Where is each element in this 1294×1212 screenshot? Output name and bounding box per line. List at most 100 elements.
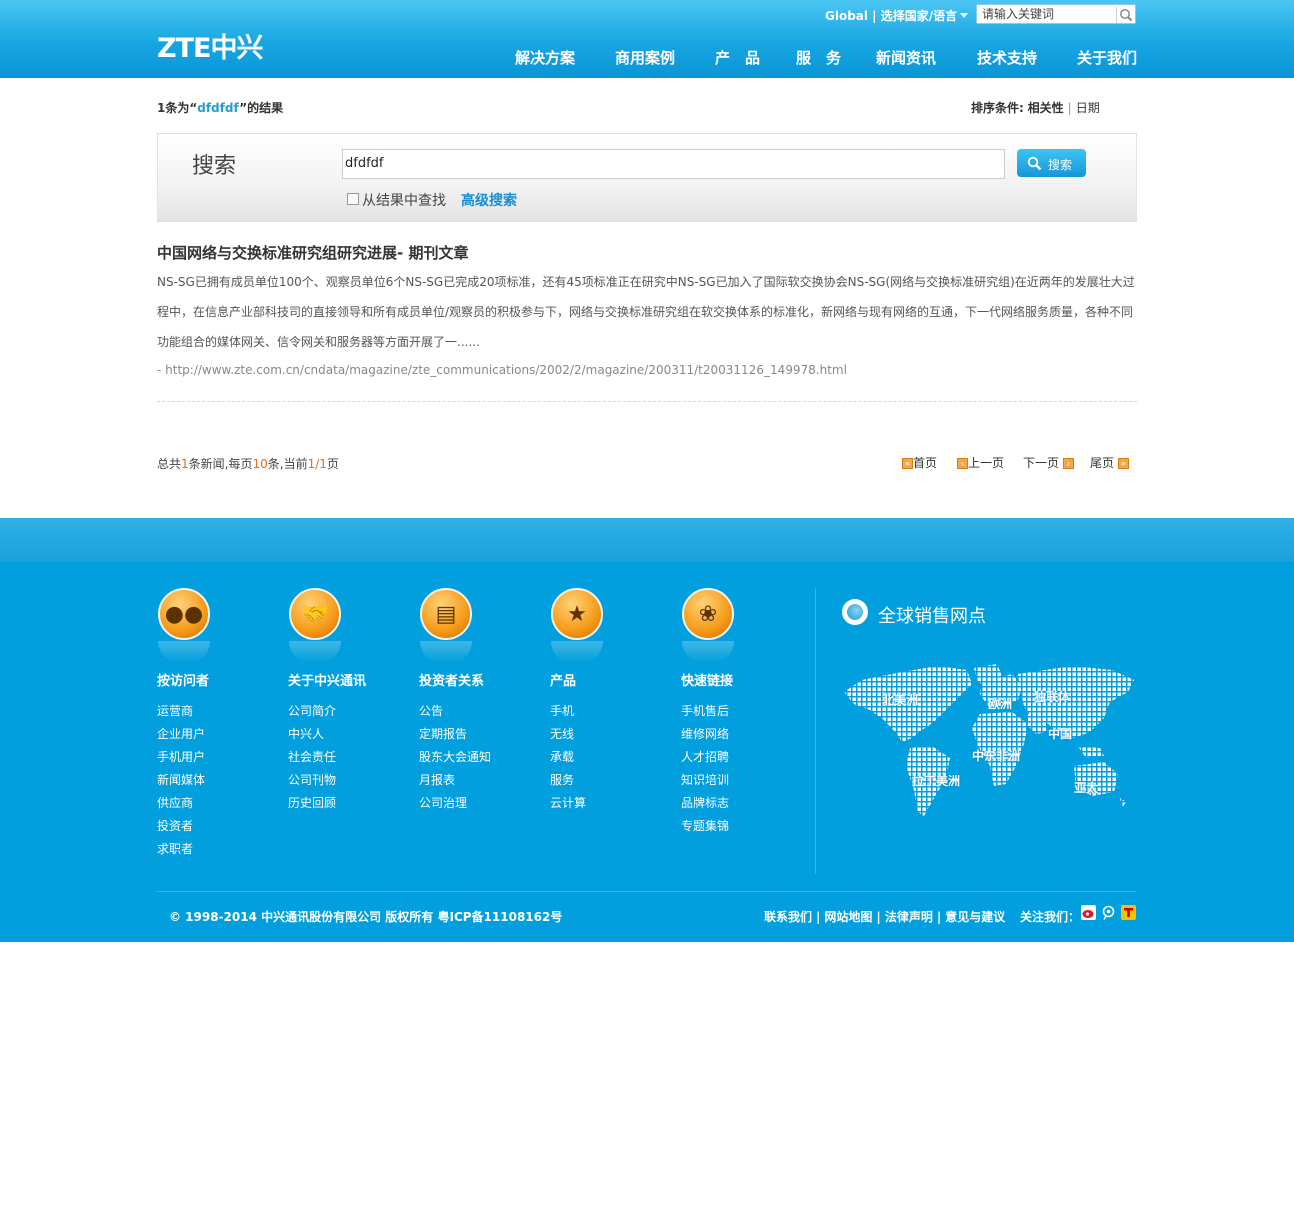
header-search-input[interactable]	[977, 5, 1111, 23]
icon-reflection	[158, 641, 210, 663]
pager-text: 页	[326, 457, 339, 471]
result-count-suffix: ”的结果	[239, 101, 284, 115]
footer-link[interactable]: 手机售后	[681, 702, 734, 725]
footer-link[interactable]: 云计算	[550, 794, 603, 817]
search-within-checkbox[interactable]	[347, 193, 359, 205]
nav-support[interactable]: 技术支持	[977, 47, 1037, 68]
header-search	[976, 4, 1136, 24]
result-title[interactable]: 中国网络与交换标准研究组研究进展- 期刊文章	[157, 242, 468, 263]
sort-date[interactable]: 日期	[1076, 101, 1100, 115]
footer-link[interactable]: 维修网络	[681, 725, 734, 748]
region-europe[interactable]: 欧洲	[988, 695, 1012, 712]
footer-link[interactable]: 无线	[550, 725, 603, 748]
footer-link[interactable]: 股东大会通知	[419, 748, 491, 771]
pager-info: 总共1条新闻,每页10条,当前1/1页	[157, 455, 339, 472]
nav-services[interactable]: 服 务	[796, 47, 841, 68]
next-page-label: 下一页	[1023, 456, 1060, 470]
region-cis[interactable]: 独联体	[1034, 688, 1070, 705]
icon-reflection	[289, 641, 341, 663]
next-page-icon: ›	[1062, 458, 1074, 469]
footer-link[interactable]: 中兴人	[288, 725, 366, 748]
footer-links: 公司简介 中兴人 社会责任 公司刊物 历史回顾	[288, 702, 366, 817]
weibo-icon[interactable]	[1081, 905, 1096, 920]
icon-reflection	[551, 641, 603, 663]
site-footer: ●● 按访问者 运营商 企业用户 手机用户 新闻媒体 供应商 投资者 求职者 🤝…	[0, 562, 1294, 942]
qq-weibo-icon[interactable]	[1101, 905, 1116, 920]
dropdown-arrow-icon	[960, 13, 969, 18]
footer-column-investors: ▤ 投资者关系 公告 定期报告 股东大会通知 月报表 公司治理	[419, 588, 491, 817]
region-asia-pacific[interactable]: 亚太	[1074, 779, 1098, 796]
footer-link[interactable]: 手机用户	[157, 748, 210, 771]
contact-link[interactable]: 联系我们	[764, 910, 812, 924]
sort-relevance[interactable]: 相关性	[1028, 101, 1064, 115]
last-page-link[interactable]: 尾页 »	[1090, 454, 1129, 471]
prev-page-link[interactable]: ‹ 上一页	[957, 454, 1004, 471]
footer-link[interactable]: 专题集锦	[681, 817, 734, 840]
footer-links: 公告 定期报告 股东大会通知 月报表 公司治理	[419, 702, 491, 817]
nav-news[interactable]: 新闻资讯	[876, 47, 936, 68]
footer-link[interactable]: 月报表	[419, 771, 491, 794]
link-separator: |	[876, 910, 881, 924]
next-page-link[interactable]: 下一页 ›	[1023, 454, 1074, 471]
sort-options: 排序条件: 相关性 | 日期	[971, 99, 1100, 116]
pager-text: 条新闻,每页	[188, 457, 253, 471]
prev-page-icon: ‹	[957, 458, 968, 469]
footer-link[interactable]: 投资者	[157, 817, 210, 840]
first-page-link[interactable]: «首页	[902, 454, 937, 471]
zte-logo[interactable]: ZTE中兴	[157, 34, 263, 64]
advanced-search-link[interactable]: 高级搜索	[461, 190, 517, 210]
nav-cases[interactable]: 商用案例	[615, 47, 675, 68]
footer-links: 手机售后 维修网络 人才招聘 知识培训 品牌标志 专题集锦	[681, 702, 734, 840]
footer-link[interactable]: 企业用户	[157, 725, 210, 748]
nav-about[interactable]: 关于我们	[1077, 47, 1137, 68]
result-keyword: dfdfdf	[197, 101, 240, 115]
footer-link[interactable]: 手机	[550, 702, 603, 725]
search-within-label[interactable]: 从结果中查找	[362, 190, 446, 210]
legal-link[interactable]: 法律声明	[885, 910, 933, 924]
result-divider	[157, 401, 1137, 402]
search-icon[interactable]	[1116, 7, 1133, 23]
star-icon: ★	[551, 588, 603, 640]
aperture-icon: ❀	[682, 588, 734, 640]
region-middle-east-africa[interactable]: 中东非洲	[972, 747, 1020, 764]
sitemap-link[interactable]: 网站地图	[824, 910, 872, 924]
footer-links: 运营商 企业用户 手机用户 新闻媒体 供应商 投资者 求职者	[157, 702, 210, 863]
footer-column-products: ★ 产品 手机 无线 承载 服务 云计算	[550, 588, 603, 817]
pager-total: 1	[181, 457, 189, 471]
footer-link[interactable]: 公司刊物	[288, 771, 366, 794]
footer-link[interactable]: 知识培训	[681, 771, 734, 794]
footer-link[interactable]: 品牌标志	[681, 794, 734, 817]
footer-link[interactable]: 求职者	[157, 840, 210, 863]
footer-link[interactable]: 公司简介	[288, 702, 366, 725]
footer-link[interactable]: 承载	[550, 748, 603, 771]
region-language-label: Global | 选择国家/语言	[825, 9, 958, 23]
prev-page-label: 上一页	[968, 456, 1005, 470]
nav-products[interactable]: 产 品	[715, 47, 760, 68]
region-china[interactable]: 中国	[1048, 725, 1072, 742]
search-input[interactable]: dfdfdf	[342, 149, 1005, 179]
footer-link[interactable]: 历史回顾	[288, 794, 366, 817]
search-button[interactable]: 搜索	[1017, 149, 1086, 177]
footer-link[interactable]: 公告	[419, 702, 491, 725]
link-separator: |	[936, 910, 942, 924]
result-url[interactable]: - http://www.zte.com.cn/cndata/magazine/…	[157, 363, 847, 377]
footer-divider	[815, 588, 816, 874]
footer-link[interactable]: 定期报告	[419, 725, 491, 748]
nav-solutions[interactable]: 解决方案	[515, 47, 575, 68]
footer-link[interactable]: 公司治理	[419, 794, 491, 817]
first-page-icon: «	[902, 458, 913, 469]
region-language-selector[interactable]: Global | 选择国家/语言	[825, 7, 969, 24]
footer-link[interactable]: 新闻媒体	[157, 771, 210, 794]
footer-column-about: 🤝 关于中兴通讯 公司简介 中兴人 社会责任 公司刊物 历史回顾	[288, 588, 366, 817]
feedback-link[interactable]: 意见与建议	[945, 910, 1005, 924]
footer-link[interactable]: 运营商	[157, 702, 210, 725]
region-north-america[interactable]: 北美洲	[882, 691, 918, 708]
region-latin-america[interactable]: 拉丁美洲	[912, 772, 960, 789]
tianya-icon[interactable]	[1121, 905, 1136, 920]
footer-band	[0, 518, 1294, 562]
footer-link[interactable]: 人才招聘	[681, 748, 734, 771]
footer-link[interactable]: 社会责任	[288, 748, 366, 771]
footer-link[interactable]: 服务	[550, 771, 603, 794]
footer-link[interactable]: 供应商	[157, 794, 210, 817]
world-map: 北美洲 欧洲 独联体 中国 中东非洲 拉丁美洲 亚太	[842, 662, 1134, 825]
